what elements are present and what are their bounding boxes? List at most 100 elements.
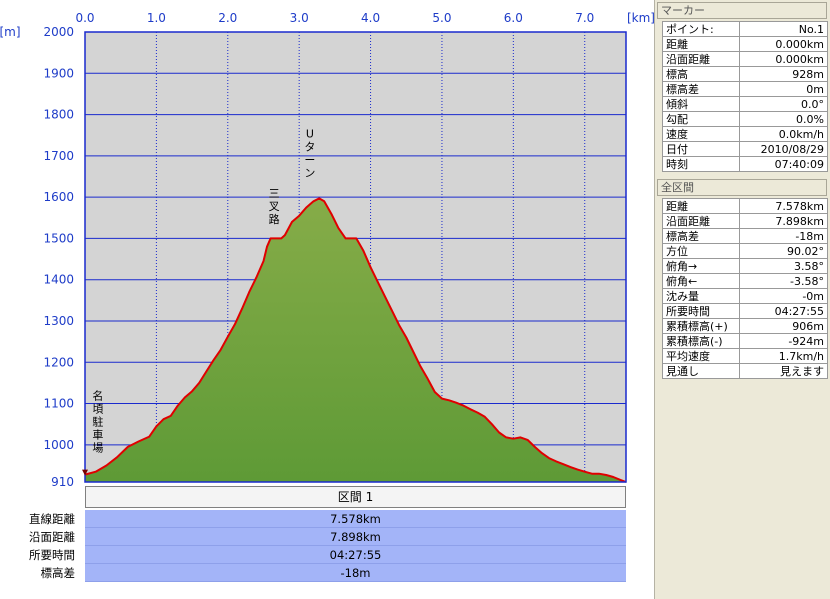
row-value: 7.578km [85,510,626,528]
total_panel-key: 標高差 [662,228,740,244]
marker_panel-row: 時刻 07:40:09 [662,156,828,172]
marker_panel-key: 日付 [662,141,740,157]
x-tick-label: 7.0 [575,11,594,25]
annotation-char: ン [304,166,315,179]
marker_panel-value: 0.0km/h [739,126,828,142]
marker_panel-value: 0.0° [739,96,828,112]
annotation-char: 路 [269,213,280,226]
marker_panel-key: 標高差 [662,81,740,97]
marker_panel-value: 0m [739,81,828,97]
total_panel-value: -18m [739,228,828,244]
marker_panel-row: 勾配 0.0% [662,111,828,127]
marker_panel-key: 沿面距離 [662,51,740,67]
row-value: 7.898km [85,528,626,546]
total_panel-key: 累積標高(-) [662,333,740,349]
total_panel-value: 3.58° [739,258,828,274]
total_panel-key: 累積標高(+) [662,318,740,334]
annotation-char: 場 [92,441,103,454]
section-row-straight-distance: 直線距離 7.578km [0,510,630,528]
x-unit-label: [km] [627,11,654,25]
marker_panel-row: 沿面距離 0.000km [662,51,828,67]
section-row-surface-distance: 沿面距離 7.898km [0,528,630,546]
total_panel-value: 7.578km [739,198,828,214]
row-label: 所要時間 [29,548,75,562]
total_panel-row: 俯角→ 3.58° [662,258,828,274]
total_panel-row: 累積標高(+) 906m [662,318,828,334]
total_panel-value: 見えます [739,363,828,379]
marker_panel-key: 距離 [662,36,740,52]
total_panel-value: 7.898km [739,213,828,229]
x-tick-label: 4.0 [361,11,380,25]
marker_panel-key: 傾斜 [662,96,740,112]
marker_panel-value: No.1 [739,21,828,37]
y-tick-label: 1200 [43,355,74,369]
total_panel-row: 沿面距離 7.898km [662,213,828,229]
row-value: 04:27:55 [85,546,626,564]
total_panel-row: 方位 90.02° [662,243,828,259]
row-label: 沿面距離 [29,530,75,544]
total_panel-key: 沿面距離 [662,213,740,229]
total_panel-key: 沈み量 [662,288,740,304]
x-tick-label: 0.0 [75,11,94,25]
row-label: 標高差 [40,566,76,580]
total_panel-row: 所要時間 04:27:55 [662,303,828,319]
total_panel-key: 見通し [662,363,740,379]
total_panel-key: 俯角→ [662,258,740,274]
marker_panel-value: 2010/08/29 [739,141,828,157]
info-panel: マーカー ポイント: No.1 距離 0.000km 沿面距離 0.000km 標高 928m… [654,0,830,599]
total_panel-value: 906m [739,318,828,334]
marker_panel-row: 標高 928m [662,66,828,82]
marker_panel-key: 勾配 [662,111,740,127]
marker_panel-value: 0.0% [739,111,828,127]
marker_panel-key: ポイント: [662,21,740,37]
total_panel-row: 見通し 見えます [662,363,828,379]
y-tick-label: 1800 [43,108,74,122]
annotation-char: 三 [269,187,280,200]
row-value: -18m [85,564,626,582]
total_panel-value: 90.02° [739,243,828,259]
total_panel-key: 平均速度 [662,348,740,364]
total_panel-value: 1.7km/h [739,348,828,364]
section-row-elevation-diff: 標高差 -18m [0,564,630,582]
marker_panel-row: 速度 0.0km/h [662,126,828,142]
total_panel-row: 累積標高(-) -924m [662,333,828,349]
y-tick-label: 1000 [43,438,74,452]
marker_panel-row: 傾斜 0.0° [662,96,828,112]
annotation-char: ー [304,153,315,166]
total_panel-row: 距離 7.578km [662,198,828,214]
total_panel-row: 標高差 -18m [662,228,828,244]
marker_panel-key: 時刻 [662,156,740,172]
row-label: 直線距離 [29,512,75,526]
y-tick-label: 1500 [43,231,74,245]
total_panel-row: 平均速度 1.7km/h [662,348,828,364]
y-tick-label: 2000 [43,25,74,39]
x-tick-label: 2.0 [218,11,237,25]
annotation-char: タ [304,140,315,153]
x-tick-label: 1.0 [147,11,166,25]
x-tick-label: 5.0 [432,11,451,25]
section-header[interactable]: 区間 1 [85,486,626,508]
y-tick-label: 1700 [43,149,74,163]
y-unit-label: [m] [0,25,21,39]
total_panel-value: -3.58° [739,273,828,289]
elevation-chart-area: 0.0 1.0 2.0 3.0 4.0 5.0 6.0 7.0 [km] 2000 1900 1800… [0,0,654,599]
total-panel-title: 全区間 [657,179,827,196]
elevation-chart[interactable]: 0.0 1.0 2.0 3.0 4.0 5.0 6.0 7.0 [km] 2000 1900 1800… [0,0,654,486]
total_panel-value: 04:27:55 [739,303,828,319]
marker_panel-key: 速度 [662,126,740,142]
y-tick-label: 1400 [43,273,74,287]
annotation-char: 叉 [269,200,280,213]
section-title: 区間 1 [337,490,374,504]
marker_panel-row: 日付 2010/08/29 [662,141,828,157]
annotation-char: 駐 [92,414,103,428]
y-tick-label: 1900 [43,66,74,80]
marker_panel-key: 標高 [662,66,740,82]
y-tick-label: 1600 [43,190,74,204]
total_panel-row: 沈み量 -0m [662,288,828,304]
annotation-char: 名 [92,388,103,402]
marker_panel-value: 928m [739,66,828,82]
marker-panel-title: マーカー [657,2,827,19]
total_panel-key: 所要時間 [662,303,740,319]
y-tick-label: 1100 [43,397,74,411]
x-tick-label: 6.0 [504,11,523,25]
